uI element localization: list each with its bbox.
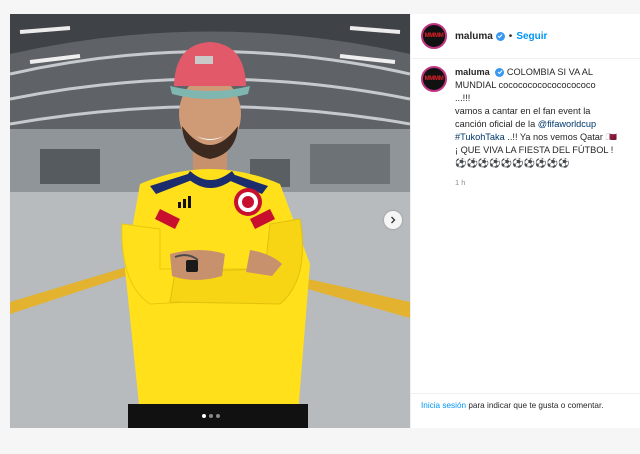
post-timestamp[interactable]: 1 h (455, 176, 617, 189)
next-image-button[interactable] (384, 211, 402, 229)
caption-line-2: MUNDIAL cocococococococococo (455, 80, 596, 90)
login-link[interactable]: Inicia sesión (421, 401, 466, 410)
photo-illustration (10, 14, 410, 428)
carousel-dot (209, 414, 213, 418)
hashtag-link[interactable]: #TukohTaka (455, 132, 505, 142)
header-separator: • (508, 30, 513, 42)
instagram-post: MMMM maluma • Seguir MMMM maluma COLOMBI… (10, 14, 640, 428)
caption-line-6: ..!! Ya nos vemos Qatar 🇶🇦 (507, 132, 617, 142)
caption-username[interactable]: maluma (455, 67, 490, 77)
carousel-indicator (202, 414, 220, 418)
caption-line-4: vamos a cantar en el fan event la (455, 106, 591, 116)
verified-badge-icon (495, 31, 505, 41)
avatar-logo-text: MMMM (424, 33, 444, 39)
caption-line-7: ¡ QUE VIVA LA FIESTA DEL FÚTBOL ! (455, 145, 614, 155)
caption-text: maluma COLOMBIA SI VA AL MUNDIAL cocococ… (455, 66, 617, 189)
mention-link[interactable]: @fifaworldcup (538, 119, 596, 129)
carousel-dot (216, 414, 220, 418)
caption-avatar[interactable]: MMMM (421, 66, 447, 92)
caption-line-5: canción oficial de la (455, 119, 538, 129)
login-prompt: Inicia sesión para indicar que te gusta … (411, 393, 640, 412)
avatar[interactable]: MMMM (421, 23, 447, 49)
username-link[interactable]: maluma (455, 31, 493, 42)
carousel-dot-active (202, 414, 206, 418)
caption-line-8: ⚽⚽⚽⚽⚽⚽⚽⚽⚽⚽ (455, 158, 570, 168)
login-prompt-text: para indicar que te gusta o comentar. (466, 401, 604, 410)
chevron-right-icon (391, 216, 396, 224)
caption-block: MMMM maluma COLOMBIA SI VA AL MUNDIAL co… (421, 66, 631, 189)
caption-avatar-logo-text: MMMM (424, 76, 444, 82)
caption-line-1: COLOMBIA SI VA AL (506, 67, 593, 77)
post-header: MMMM maluma • Seguir (411, 14, 640, 59)
post-sidebar: MMMM maluma • Seguir MMMM maluma COLOMBI… (410, 14, 640, 428)
follow-button[interactable]: Seguir (516, 31, 547, 42)
caption-line-3: ...!!! (455, 93, 471, 103)
verified-badge-icon (495, 67, 505, 77)
post-photo[interactable] (10, 14, 410, 428)
